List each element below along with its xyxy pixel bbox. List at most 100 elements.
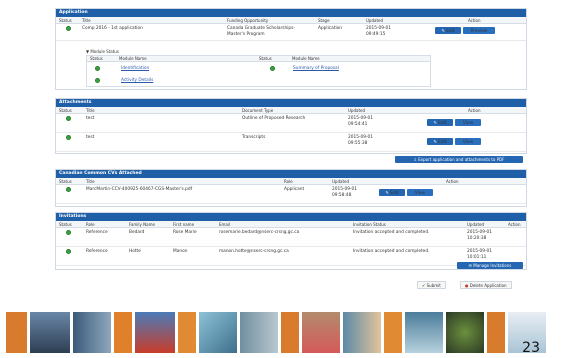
orange-tile <box>5 311 28 354</box>
module-col-status: Status <box>90 56 103 61</box>
activity-details-link[interactable]: Activity Details <box>121 78 153 83</box>
ccv-panel: Canadian Common CVs Attached Status Titl… <box>55 169 527 207</box>
updated-time: 09:49:15 <box>366 32 386 37</box>
ccv-view-button[interactable]: View <box>407 189 433 196</box>
invitation-updated-time: 10:01:11 <box>467 255 487 260</box>
module-status-table: Status Module Name Status Module Name Id… <box>86 55 431 87</box>
preview-button[interactable]: Preview <box>463 27 495 34</box>
ccv-role: Applicant <box>284 187 305 192</box>
identification-status-icon <box>95 66 100 71</box>
invitation-email: manon.hotte@nserc-crsng.gc.ca <box>219 249 289 254</box>
application-row: Comp 2016 - 1st application Canada Gradu… <box>56 24 526 41</box>
invitation-email: rosemarie.bedard@nserc-crsng.gc.ca <box>219 230 300 235</box>
attachment-view-button[interactable]: View <box>455 119 481 126</box>
diagram-image <box>342 311 382 354</box>
ccv-col-title: Title <box>86 179 95 184</box>
ccv-col-action: Action <box>446 179 459 184</box>
ccv-title: MarcMartin-CCV-400925-60467-CGS-Master's… <box>86 187 193 192</box>
attachment-edit-button[interactable]: ✎ Edit <box>427 119 453 126</box>
activity-status-icon <box>95 78 100 83</box>
delete-application-button[interactable]: ● Delete Application <box>460 281 512 289</box>
invitation-status: Invitation accepted and completed. <box>353 249 430 254</box>
attachment-updated-date: 2015-09-01 <box>348 135 373 140</box>
status-ok-icon <box>66 26 71 31</box>
inv-col-family: Family Name <box>129 222 155 227</box>
face-image <box>29 311 71 354</box>
decorative-image-strip: 23 <box>0 311 570 358</box>
ccv-status-icon <box>66 187 71 192</box>
inv-col-status: Status <box>59 222 72 227</box>
attachment-updated-time: 09:55:38 <box>348 141 368 146</box>
orange-tile <box>280 311 300 354</box>
delete-icon: ● <box>465 283 469 288</box>
invitations-table-header: Status Role Family Name First name Email… <box>56 221 526 228</box>
invitation-first: Manon <box>173 249 188 254</box>
invitation-first: Rose Marie <box>173 230 197 235</box>
module-col-name2: Module Name <box>292 56 320 61</box>
invitation-updated-date: 2015-09-01 <box>467 249 492 254</box>
lab-image <box>198 311 238 354</box>
attachments-table-header: Status Title Document Type Updated Actio… <box>56 107 526 114</box>
module-status-label: ▼ Module Status <box>86 49 119 54</box>
ccv-updated-date: 2015-09-01 <box>332 187 357 192</box>
identification-link[interactable]: Identification <box>121 66 149 71</box>
attachment-doctype: Transcripts <box>242 135 266 140</box>
invitation-updated-date: 2015-09-01 <box>467 230 492 235</box>
attachment-edit-button[interactable]: ✎ Edit <box>427 138 453 145</box>
manage-invitations-button[interactable]: ✉ Manage Invitations <box>457 262 523 269</box>
attachment-row: test Transcripts 2015-09-01 09:55:38 ✎ E… <box>56 133 526 152</box>
summary-of-proposal-link[interactable]: Summary of Proposal <box>293 66 339 71</box>
funding-line1: Canada Graduate Scholarships- <box>227 26 295 31</box>
ccv-updated-time: 09:58:48 <box>332 193 352 198</box>
page-number: 23 <box>522 340 540 356</box>
application-table-header: Status Title Funding Opportunity Stage U… <box>56 17 526 24</box>
ccv-col-role: Role <box>284 179 293 184</box>
invitation-row: Reference Hotte Manon manon.hotte@nserc-… <box>56 247 526 266</box>
inv-col-role: Role <box>86 222 95 227</box>
col-funding: Funding Opportunity <box>227 18 269 23</box>
invitations-header: Invitations <box>56 213 526 221</box>
microscope-image <box>239 311 279 354</box>
col-action: Action <box>468 18 481 23</box>
export-pdf-button[interactable]: ⇩ Export application and attachments to … <box>395 156 523 163</box>
attachment-row: test Outline of Proposed Research 2015-0… <box>56 114 526 133</box>
attachments-header: Attachments <box>56 99 526 107</box>
orange-tile <box>113 311 133 354</box>
inv-col-first: First name <box>173 222 195 227</box>
eye-image <box>445 311 485 354</box>
application-panel: Application Status Title Funding Opportu… <box>55 8 527 90</box>
col-stage: Stage <box>318 18 330 23</box>
orange-tile <box>177 311 197 354</box>
application-header: Application <box>56 9 526 17</box>
application-stage: Application <box>318 26 343 31</box>
col-status: Status <box>59 18 72 23</box>
submit-button[interactable]: ✔ Submit <box>417 281 446 289</box>
invitation-family: Hotte <box>129 249 141 254</box>
attachment-updated-date: 2015-09-01 <box>348 116 373 121</box>
edit-button[interactable]: ✎ Edit <box>435 27 461 34</box>
gears-image <box>301 311 341 354</box>
att-col-title: Title <box>86 108 95 113</box>
application-title: Comp 2016 - 1st application <box>82 26 143 31</box>
figures-image <box>134 311 176 354</box>
module-table-header: Status Module Name Status Module Name <box>87 56 430 62</box>
orange-tile <box>486 311 506 354</box>
invitation-status: Invitation accepted and completed. <box>353 230 430 235</box>
invitations-panel: Invitations Status Role Family Name Firs… <box>55 212 527 270</box>
att-col-updated: Updated <box>348 108 366 113</box>
inv-col-updated: Updated <box>467 222 485 227</box>
ccv-header: Canadian Common CVs Attached <box>56 170 526 178</box>
att-col-action: Action <box>468 108 481 113</box>
invitation-status-icon <box>66 249 71 254</box>
attachment-view-button[interactable]: View <box>455 138 481 145</box>
dock-image <box>72 311 112 354</box>
updated-date: 2015-09-01 <box>366 26 391 31</box>
inv-col-email: Email <box>219 222 231 227</box>
summary-status-icon <box>270 66 275 71</box>
ccv-col-updated: Updated <box>332 179 350 184</box>
ccv-row: MarcMartin-CCV-400925-60467-CGS-Master's… <box>56 185 526 204</box>
attachment-title: test <box>86 135 95 140</box>
invitation-family: Bedard <box>129 230 145 235</box>
invitation-status-icon <box>66 230 71 235</box>
ccv-edit-button[interactable]: ✎ Edit <box>379 189 405 196</box>
